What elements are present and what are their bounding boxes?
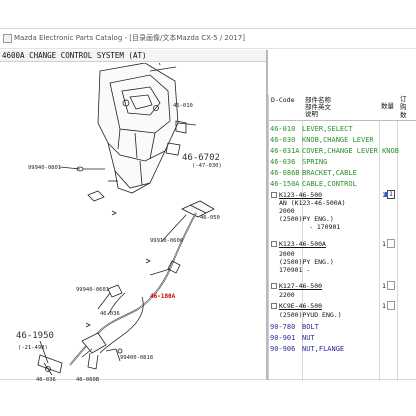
callout-46-6702[interactable]: 46-6702 bbox=[182, 153, 220, 163]
callout-46-1950[interactable]: 46-1950 bbox=[16, 331, 54, 341]
row-code: 46-036 bbox=[270, 158, 296, 166]
callout-46-050[interactable]: 46-050 bbox=[200, 215, 220, 221]
row-name: SPRING bbox=[302, 158, 328, 166]
callout-46-010[interactable]: 46-010 bbox=[173, 103, 193, 109]
callout-47-030[interactable]: (-47-030) bbox=[192, 163, 222, 169]
row-name: LEVER,SELECT bbox=[302, 125, 353, 133]
order-qty-field[interactable] bbox=[387, 239, 395, 248]
parts-diagram[interactable]: 46-010 46-6702 (-47-030) 99940-0801 9991… bbox=[0, 63, 266, 383]
order-qty-field[interactable] bbox=[387, 301, 395, 310]
callout-99940-0801[interactable]: 99940-0801 bbox=[28, 165, 61, 171]
part-note: AN (K123-46-500A) bbox=[279, 199, 346, 207]
part-number[interactable]: K123-46-500 bbox=[279, 191, 322, 199]
part-note: 2200 bbox=[279, 291, 295, 299]
row-code: 90-906 bbox=[270, 345, 296, 353]
part-note: - 170901 bbox=[309, 223, 341, 231]
table-row[interactable]: 90-901 NUT bbox=[269, 333, 416, 344]
part-note: (2500)PY ENG.) bbox=[279, 258, 334, 266]
table-row[interactable]: 46-030 KNOB,CHANGE LEVER bbox=[269, 135, 416, 146]
header-desc: 说明 bbox=[305, 110, 318, 118]
part-note: (2500)PYUD ENG.) bbox=[279, 311, 342, 319]
table-header: D-Code 部件名称 部件英文 说明 数量 订 购 数 bbox=[269, 95, 416, 121]
callout-46-036-lower[interactable]: 46-036 bbox=[36, 377, 56, 383]
callout-46-036[interactable]: 46-036 bbox=[100, 311, 120, 317]
row-name: CABLE,CONTROL bbox=[302, 180, 357, 188]
table-row[interactable]: 46-010 LEVER,SELECT bbox=[269, 124, 416, 135]
row-code: 46-010 bbox=[270, 125, 296, 133]
order-qty-field[interactable]: 1 bbox=[387, 190, 395, 199]
table-row[interactable]: 46-150A CABLE,CONTROL bbox=[269, 179, 416, 190]
row-name: BOLT bbox=[302, 323, 319, 331]
callout-99910-0600[interactable]: 99910-0600 bbox=[150, 238, 183, 244]
part-checkbox[interactable] bbox=[271, 303, 277, 309]
header-qty[interactable]: 数量 bbox=[381, 103, 394, 110]
callout-99400-0818[interactable]: 99400-0818 bbox=[120, 355, 153, 361]
row-code: 90-901 bbox=[270, 334, 296, 342]
row-code: 46-030 bbox=[270, 136, 296, 144]
part-qty: 1 bbox=[382, 302, 386, 310]
row-code: 46-150A bbox=[270, 180, 300, 188]
callout-46-060B[interactable]: 46-060B bbox=[76, 377, 99, 383]
part-note: 2000 bbox=[279, 250, 295, 258]
part-checkbox[interactable] bbox=[271, 283, 277, 289]
part-qty: 1 bbox=[382, 240, 386, 248]
group-title: 4600A CHANGE CONTROL SYSTEM (AT) bbox=[2, 51, 147, 60]
order-qty-field[interactable] bbox=[387, 281, 395, 290]
catalog-window: Mazda Electronic Parts Catalog - [目录画像/文… bbox=[0, 28, 416, 383]
part-note: (2500)PY ENG.) bbox=[279, 215, 334, 223]
part-note: 2000 bbox=[279, 207, 295, 215]
part-qty: 1 bbox=[382, 282, 386, 290]
table-row[interactable]: 90-906 NUT,FLANGE bbox=[269, 344, 416, 355]
part-number[interactable]: K123-46-500A bbox=[279, 240, 326, 248]
table-row[interactable]: 46-031A COVER,CHANGE LEVER KNOB bbox=[269, 146, 416, 157]
part-note: 170901 - bbox=[279, 266, 311, 274]
row-name: NUT,FLANGE bbox=[302, 345, 345, 353]
part-checkbox[interactable] bbox=[271, 192, 277, 198]
header-order-3: 数 bbox=[400, 111, 407, 119]
row-name: BRACKET,CABLE bbox=[302, 169, 357, 177]
app-icon bbox=[3, 34, 12, 43]
row-name: COVER,CHANGE LEVER KNOB bbox=[302, 147, 399, 155]
table-row[interactable]: 46-036 SPRING bbox=[269, 157, 416, 168]
group-header: 4600A CHANGE CONTROL SYSTEM (AT) bbox=[0, 50, 266, 62]
row-code: 46-031A bbox=[270, 147, 300, 155]
row-code: 90-780 bbox=[270, 323, 296, 331]
title-bar: Mazda Electronic Parts Catalog - [目录画像/文… bbox=[0, 29, 416, 49]
header-order-2: 购 bbox=[400, 103, 407, 111]
part-number[interactable]: KC9E-46-500 bbox=[279, 302, 322, 310]
header-dcode[interactable]: D-Code bbox=[271, 97, 294, 104]
cursor-marker bbox=[385, 192, 388, 197]
row-name: NUT bbox=[302, 334, 315, 342]
header-order-1[interactable]: 订 bbox=[400, 96, 407, 103]
table-row[interactable]: 90-780 BOLT bbox=[269, 322, 416, 333]
parts-table: D-Code 部件名称 部件英文 说明 数量 订 购 数 46-010 LEVE… bbox=[268, 95, 416, 381]
window-title: Mazda Electronic Parts Catalog - [目录画像/文… bbox=[14, 34, 245, 42]
row-code: 46-086B bbox=[270, 169, 300, 177]
part-number[interactable]: K127-46-500 bbox=[279, 282, 322, 290]
callout-46-180A[interactable]: 46-180A bbox=[150, 293, 175, 300]
row-name: KNOB,CHANGE LEVER bbox=[302, 136, 374, 144]
part-checkbox[interactable] bbox=[271, 241, 277, 247]
table-row[interactable]: 46-086B BRACKET,CABLE bbox=[269, 168, 416, 179]
callout-21-490[interactable]: (-21-490) bbox=[18, 345, 48, 351]
callout-99940-0601[interactable]: 99940-0601 bbox=[76, 287, 109, 293]
